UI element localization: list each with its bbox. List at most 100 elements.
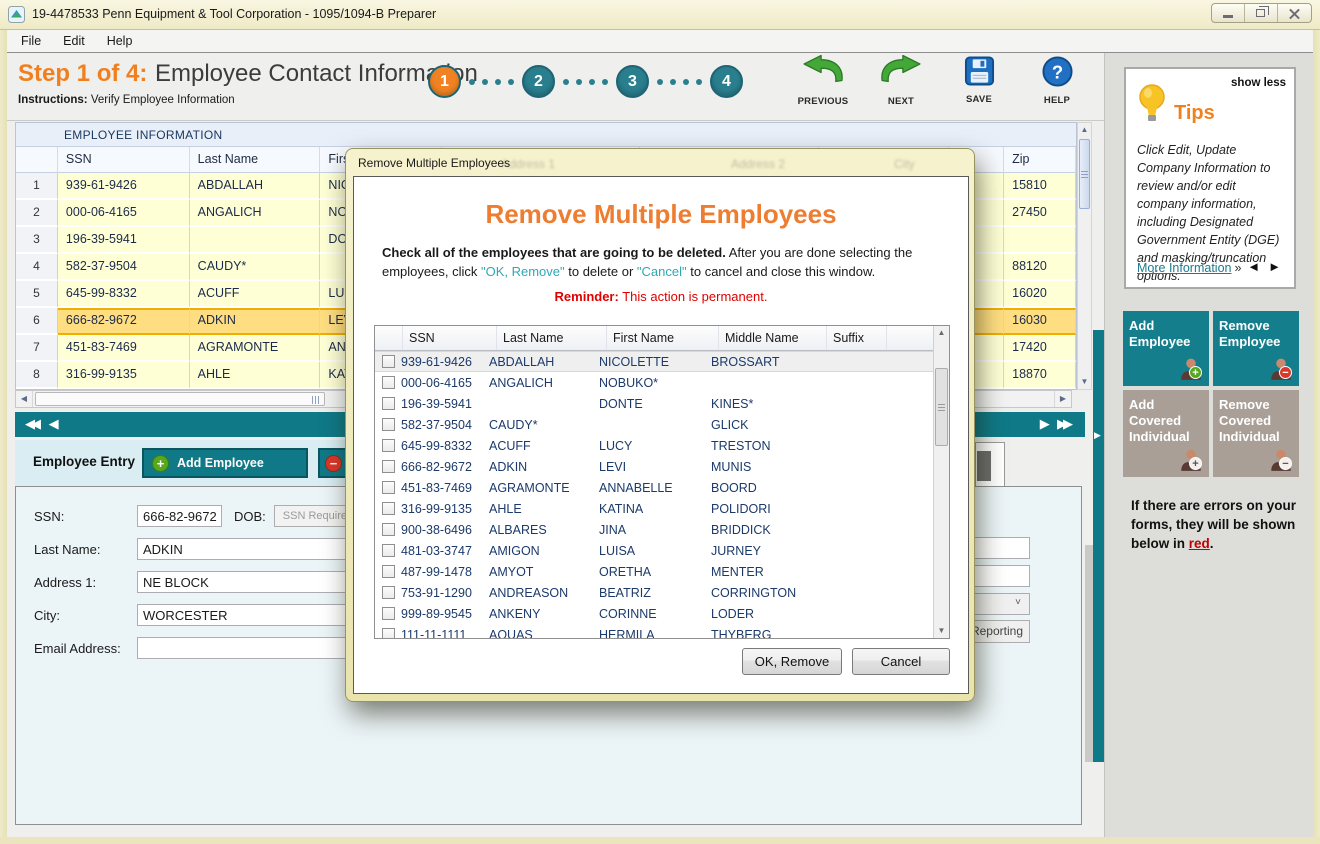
scroll-left-icon[interactable]: ◀ [16,391,33,407]
scroll-right-icon[interactable]: ▶ [1054,391,1071,407]
row-checkbox[interactable] [382,523,395,536]
dialog-table-row[interactable]: 000-06-4165 ANGALICH NOBUKO* [375,372,949,393]
dialog-table-scrollbar[interactable]: ▲ ▼ [933,326,949,638]
step-circle[interactable]: 3 [616,65,649,98]
table-vertical-scrollbar[interactable]: ▲ ▼ [1077,122,1092,390]
scroll-up-icon[interactable]: ▲ [1078,123,1091,137]
cell-last-name[interactable]: ADKIN [190,308,321,335]
row-checkbox[interactable] [382,544,395,557]
previous-button[interactable]: PREVIOUS [794,55,852,107]
cell-ssn[interactable]: 645-99-8332 [58,281,190,308]
menu-item[interactable]: Help [107,34,133,48]
column-header-last-name[interactable]: Last Name [190,147,321,173]
sidebar-action-button[interactable]: Remove Employee − [1213,311,1299,386]
row-checkbox[interactable] [382,607,395,620]
column-header-zip[interactable]: Zip [1004,147,1076,173]
dialog-table-row[interactable]: 196-39-5941 DONTE KINES* [375,393,949,414]
scroll-down-icon[interactable]: ▼ [1078,375,1091,389]
ok-remove-button[interactable]: OK, Remove [742,648,842,675]
dialog-table-row[interactable]: 666-82-9672 ADKIN LEVI MUNIS [375,456,949,477]
column-header-ssn[interactable]: SSN [58,147,190,173]
last-record-icon[interactable]: ▶▶ [1057,416,1069,431]
row-number[interactable]: 2 [16,200,58,227]
row-number[interactable]: 1 [16,173,58,200]
dialog-table-row[interactable]: 999-89-9545 ANKENY CORINNE LODER [375,603,949,624]
close-button[interactable] [1278,4,1311,22]
scroll-up-icon[interactable]: ▲ [934,326,949,340]
dialog-table-row[interactable]: 451-83-7469 AGRAMONTE ANNABELLE BOORD [375,477,949,498]
dialog-table-row[interactable]: 487-99-1478 AMYOT ORETHA MENTER [375,561,949,582]
cell-last-name[interactable]: ANGALICH [190,200,321,227]
menu-item[interactable]: File [21,34,41,48]
cell-ssn[interactable]: 666-82-9672 [58,308,190,335]
sidebar-action-button[interactable]: Remove Covered Individual − [1213,390,1299,477]
row-checkbox[interactable] [382,397,395,410]
scroll-down-icon[interactable]: ▼ [934,624,949,638]
column-header-suffix[interactable]: Suffix [827,326,887,350]
cell-last-name[interactable]: ABDALLAH [190,173,321,200]
previous-record-icon[interactable]: ◀ [49,416,61,431]
cell-zip[interactable]: 27450 [1004,200,1076,227]
cell-zip[interactable]: 16030 [1004,308,1076,335]
dialog-table-row[interactable]: 481-03-3747 AMIGON LUISA JURNEY [375,540,949,561]
tab-fragment[interactable] [975,442,1005,487]
dialog-table-row[interactable]: 939-61-9426 ABDALLAH NICOLETTE BROSSART [375,351,949,372]
row-checkbox[interactable] [382,376,395,389]
scrollbar-thumb[interactable] [35,392,325,406]
field-input[interactable] [137,571,361,593]
cell-ssn[interactable]: 939-61-9426 [58,173,190,200]
add-employee-button[interactable]: + Add Employee [142,448,308,478]
cancel-button[interactable]: Cancel [852,648,950,675]
next-record-icon[interactable]: ▶ [1040,416,1050,431]
column-header-rownum[interactable] [16,147,58,173]
field-input[interactable] [137,538,361,560]
cell-zip[interactable]: 15810 [1004,173,1076,200]
cell-ssn[interactable]: 316-99-9135 [58,362,190,389]
save-button[interactable]: SAVE [950,55,1008,107]
cell-ssn[interactable]: 196-39-5941 [58,227,190,254]
step-circle[interactable]: 4 [710,65,743,98]
sidebar-action-button[interactable]: Add Covered Individual + [1123,390,1209,477]
dialog-table-row[interactable]: 645-99-8332 ACUFF LUCY TRESTON [375,435,949,456]
help-button[interactable]: ? HELP [1028,55,1086,107]
more-information-link[interactable]: More Information [1137,261,1231,275]
cell-zip[interactable]: 18870 [1004,362,1076,389]
row-checkbox[interactable] [382,439,395,452]
cell-last-name[interactable]: AGRAMONTE [190,335,321,362]
field-input[interactable] [137,505,222,527]
dialog-table-row[interactable]: 900-38-6496 ALBARES JINA BRIDDICK [375,519,949,540]
menu-item[interactable]: Edit [63,34,85,48]
first-record-icon[interactable]: ◀◀ [25,416,37,431]
row-checkbox[interactable] [382,502,395,515]
cell-zip[interactable] [1004,227,1076,254]
cell-last-name[interactable] [190,227,321,254]
column-header-last-name[interactable]: Last Name [497,326,607,350]
column-header-ssn[interactable]: SSN [403,326,497,350]
cell-ssn[interactable]: 000-06-4165 [58,200,190,227]
dialog-table-row[interactable]: 111-11-1111 AQUAS HERMILA THYBERG [375,624,949,638]
row-number[interactable]: 6 [16,308,58,335]
show-less-link[interactable]: show less [1231,77,1286,89]
dialog-table-row[interactable]: 753-91-1290 ANDREASON BEATRIZ CORRINGTON [375,582,949,603]
row-number[interactable]: 4 [16,254,58,281]
field-input[interactable] [137,637,361,659]
field-input[interactable] [137,604,361,626]
cell-last-name[interactable]: AHLE [190,362,321,389]
cell-ssn[interactable]: 582-37-9504 [58,254,190,281]
cell-last-name[interactable]: ACUFF [190,281,321,308]
row-number[interactable]: 5 [16,281,58,308]
row-checkbox[interactable] [382,586,395,599]
row-checkbox[interactable] [382,628,395,638]
step-circle[interactable]: 1 [428,65,461,98]
row-number[interactable]: 8 [16,362,58,389]
scrollbar-thumb[interactable] [935,368,948,446]
dialog-table-row[interactable]: 316-99-9135 AHLE KATINA POLIDORI [375,498,949,519]
next-button[interactable]: NEXT [872,55,930,107]
cell-zip[interactable]: 16020 [1004,281,1076,308]
side-panel-expander[interactable]: ▶ [1093,330,1104,762]
tips-previous-icon[interactable]: ◄ [1247,259,1268,274]
restore-button[interactable] [1245,4,1278,22]
row-checkbox[interactable] [382,565,395,578]
cell-zip[interactable]: 88120 [1004,254,1076,281]
row-number[interactable]: 3 [16,227,58,254]
